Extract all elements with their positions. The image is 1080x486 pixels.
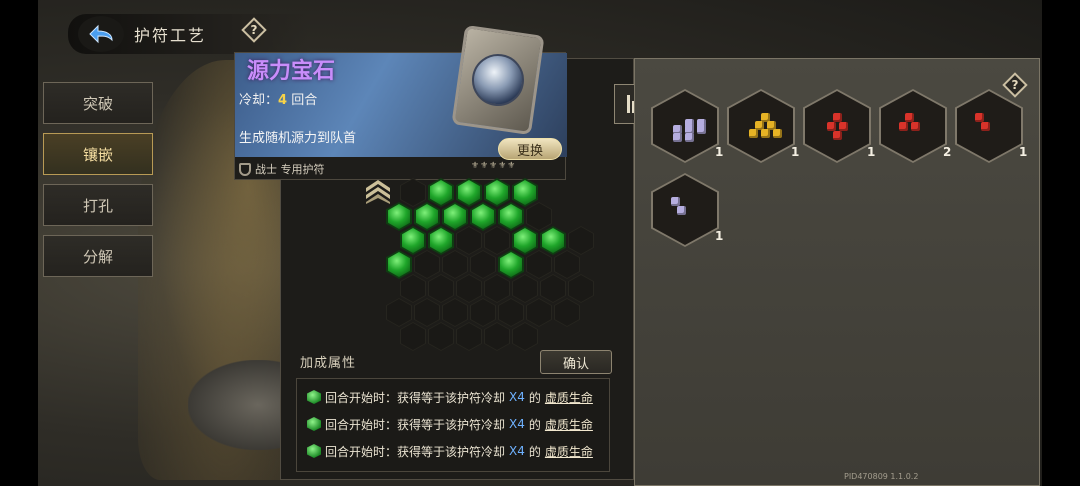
socket-hex-grid <box>350 178 610 358</box>
empty-socket[interactable] <box>526 202 552 231</box>
green-gem-icon <box>307 417 321 431</box>
empty-socket[interactable] <box>400 274 426 303</box>
keyword-link[interactable]: 虚质生命 <box>545 416 593 433</box>
empty-socket[interactable] <box>414 250 440 279</box>
empty-socket[interactable] <box>554 250 580 279</box>
attribute-row: 回合开始时：获得等于该护符冷却 X4 的虚质生命 <box>307 387 593 407</box>
filled-socket[interactable] <box>428 226 454 255</box>
gem-inventory-panel: ? 1 1 1 2 1 1 <box>634 58 1040 486</box>
gem-count: 1 <box>715 145 724 159</box>
page-title: 护符工艺 <box>134 26 207 45</box>
filled-socket[interactable] <box>540 226 566 255</box>
cooldown-text: 冷却：4 回合 <box>239 93 318 108</box>
empty-socket[interactable] <box>512 322 538 351</box>
filled-socket[interactable] <box>414 202 440 231</box>
empty-socket[interactable] <box>470 250 496 279</box>
empty-socket[interactable] <box>554 298 580 327</box>
filled-socket[interactable] <box>386 250 412 279</box>
empty-socket[interactable] <box>456 322 482 351</box>
gem-count: 1 <box>715 229 724 243</box>
green-gem-icon <box>307 444 321 458</box>
empty-socket[interactable] <box>484 322 510 351</box>
filled-socket[interactable] <box>428 178 454 207</box>
filled-socket[interactable] <box>498 202 524 231</box>
swap-button[interactable]: 更换 <box>498 138 562 160</box>
gem-count: 2 <box>943 145 952 159</box>
amulet-class: 战士 专用护符 <box>239 161 325 177</box>
bonus-attributes-title: 加成属性 <box>300 356 357 371</box>
empty-socket[interactable] <box>526 250 552 279</box>
gem-count: 1 <box>791 145 800 159</box>
empty-socket[interactable] <box>456 274 482 303</box>
filled-socket[interactable] <box>512 226 538 255</box>
gem-count: 1 <box>867 145 876 159</box>
bonus-attributes-list: 回合开始时：获得等于该护符冷却 X4 的虚质生命 回合开始时：获得等于该护符冷却 X4… <box>296 378 610 472</box>
amulet-name: 源力宝石 <box>247 58 336 84</box>
shield-icon <box>239 162 251 176</box>
side-tab-decompose[interactable]: 分解 <box>43 235 153 277</box>
gem-icon <box>468 50 528 110</box>
bars-icon <box>626 95 630 113</box>
back-button[interactable] <box>78 16 124 52</box>
filled-socket[interactable] <box>386 202 412 231</box>
empty-socket[interactable] <box>428 274 454 303</box>
empty-socket[interactable] <box>470 298 496 327</box>
keyword-link[interactable]: 虚质生命 <box>545 443 593 460</box>
empty-socket[interactable] <box>484 274 510 303</box>
filled-socket[interactable] <box>484 178 510 207</box>
empty-socket[interactable] <box>498 298 524 327</box>
confirm-button[interactable]: 确认 <box>540 350 612 374</box>
empty-socket[interactable] <box>568 274 594 303</box>
filled-socket[interactable] <box>400 226 426 255</box>
keyword-link[interactable]: 虚质生命 <box>545 389 593 406</box>
empty-socket[interactable] <box>568 226 594 255</box>
side-tab-breakthrough[interactable]: 突破 <box>43 82 153 124</box>
amulet-card-image[interactable] <box>451 24 545 136</box>
side-tab-inlay[interactable]: 镶嵌 <box>43 133 153 175</box>
amulet-description: 生成随机源力到队首 <box>239 131 357 146</box>
build-id: PID470809 1.1.0.2 <box>844 472 919 481</box>
help-icon[interactable]: ? <box>241 17 267 43</box>
empty-socket[interactable] <box>442 298 468 327</box>
empty-socket[interactable] <box>526 298 552 327</box>
gem-count: 1 <box>1019 145 1028 159</box>
filled-socket[interactable] <box>498 250 524 279</box>
side-tab-drill[interactable]: 打孔 <box>43 184 153 226</box>
empty-socket[interactable] <box>540 274 566 303</box>
empty-socket[interactable] <box>414 298 440 327</box>
filled-socket[interactable] <box>512 178 538 207</box>
gem-slot[interactable] <box>803 89 871 163</box>
empty-socket[interactable] <box>400 178 426 207</box>
empty-socket[interactable] <box>428 322 454 351</box>
empty-socket[interactable] <box>512 274 538 303</box>
help-icon[interactable]: ? <box>1002 72 1028 98</box>
empty-socket[interactable] <box>456 226 482 255</box>
filled-socket[interactable] <box>456 178 482 207</box>
filled-socket[interactable] <box>442 202 468 231</box>
game-screen: 护符工艺 ? 突破 镶嵌 打孔 分解 源力宝石 冷却：4 回合 生成随机源力到队… <box>38 0 1042 486</box>
filled-socket[interactable] <box>470 202 496 231</box>
empty-socket[interactable] <box>442 250 468 279</box>
empty-socket[interactable] <box>386 298 412 327</box>
attribute-row: 回合开始时：获得等于该护符冷却 X4 的虚质生命 <box>307 414 593 434</box>
rank-stars: ⚜⚜⚜⚜⚜ <box>471 161 517 171</box>
empty-socket[interactable] <box>484 226 510 255</box>
back-arrow-icon <box>89 24 113 44</box>
green-gem-icon <box>307 390 321 404</box>
attribute-row: 回合开始时：获得等于该护符冷却 X4 的虚质生命 <box>307 441 593 461</box>
empty-socket[interactable] <box>400 322 426 351</box>
